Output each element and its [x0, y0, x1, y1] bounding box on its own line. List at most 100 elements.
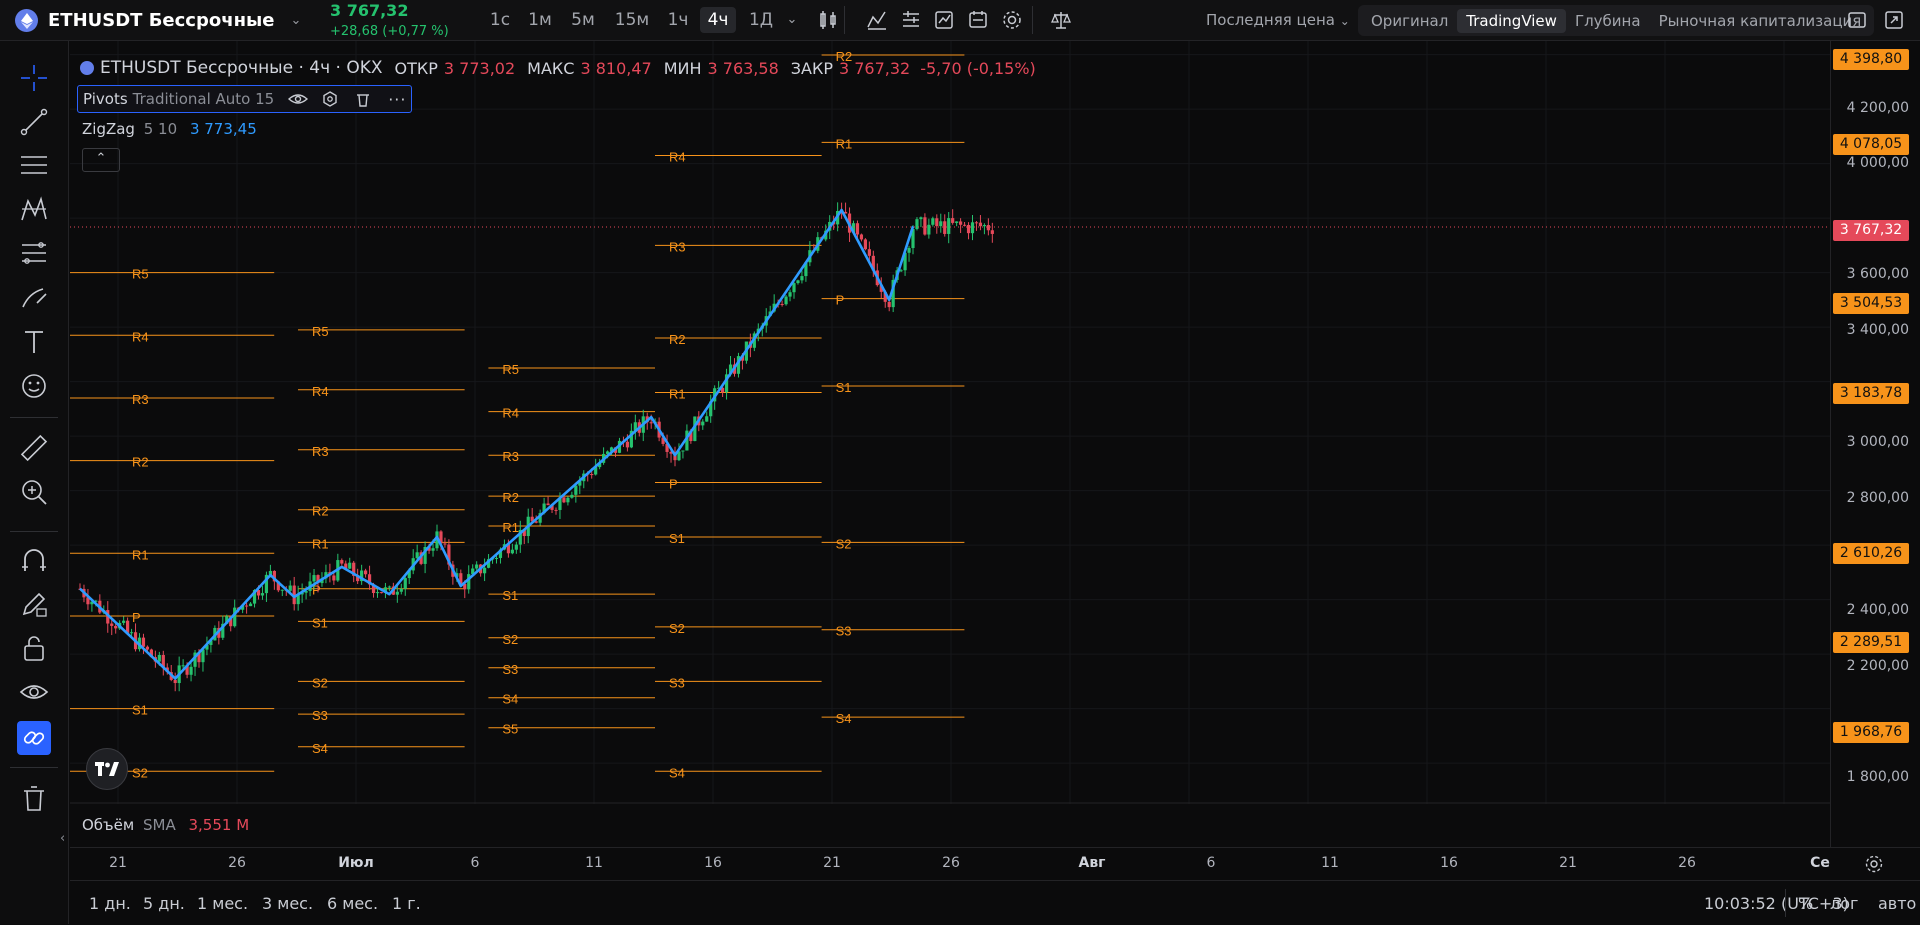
- date-axis-label: 26: [1678, 855, 1696, 871]
- timeframe-1s[interactable]: 1с: [487, 7, 513, 33]
- percent-scale-toggle[interactable]: %: [1798, 894, 1813, 913]
- price-type-select[interactable]: Последняя цена ⌄: [1206, 11, 1350, 29]
- price-chart[interactable]: R5 R4 R3 R2 R1 P S1 S2 R5 R4 R3 R2 R1 P S1 S2 S3 S4 R5 R4 R3…: [70, 41, 1830, 804]
- time-axis[interactable]: 21 26 Июл 6 11 16 21 26 Авг 6 11 16 21 2…: [70, 847, 1920, 881]
- symbol-name[interactable]: ETHUSDT Бессрочные: [48, 10, 275, 31]
- range-6m-button[interactable]: 6 мес.: [327, 894, 378, 913]
- pivot-level-label: S2: [669, 621, 685, 636]
- toolbar-divider: [844, 6, 845, 34]
- emoji-icon[interactable]: [17, 369, 51, 403]
- range-1m-button[interactable]: 1 мес.: [197, 894, 248, 913]
- gear-icon[interactable]: [1864, 854, 1884, 874]
- candle-body: [955, 221, 959, 223]
- collapse-legend-chevron-up-icon[interactable]: ⌃: [82, 148, 120, 172]
- toolbar-divider: [10, 417, 58, 418]
- date-axis-label: Авг: [1078, 855, 1106, 871]
- pivot-level-label: R5: [312, 324, 329, 339]
- chart-legend: ETHUSDT Бессрочные · 4ч · OKX ОТКР 3 773,…: [80, 58, 1036, 78]
- candle-body: [129, 632, 134, 634]
- pivot-level-label: S2: [836, 536, 852, 551]
- auto-scale-toggle[interactable]: авто: [1878, 894, 1916, 913]
- pivot-level-label: S5: [502, 722, 518, 737]
- pivots-indicator-row[interactable]: Pivots Traditional Auto 15 ···: [77, 85, 412, 113]
- last-price-badge: 3 767,32: [1833, 220, 1909, 241]
- candle-body: [387, 586, 391, 588]
- brush-icon[interactable]: [17, 281, 51, 315]
- tradingview-logo-icon[interactable]: [86, 748, 128, 790]
- pivot-level-label: S1: [669, 531, 685, 546]
- toolbar-divider: [10, 767, 58, 768]
- view-market-cap-tab[interactable]: Рыночная капитализация: [1650, 9, 1871, 33]
- indicators-icon[interactable]: [866, 9, 888, 31]
- candle-body: [475, 564, 479, 569]
- candle-body: [566, 497, 570, 503]
- timeframe-1h[interactable]: 1ч: [664, 7, 692, 33]
- more-options-icon[interactable]: ···: [388, 90, 406, 109]
- text-tool-icon[interactable]: [17, 325, 51, 359]
- settings-icon[interactable]: [322, 91, 338, 107]
- eye-icon[interactable]: [288, 91, 309, 107]
- date-axis-label: 6: [1206, 855, 1216, 871]
- collapse-toolbar-chevron-icon[interactable]: ‹: [60, 831, 65, 846]
- range-5d-button[interactable]: 5 дн.: [143, 894, 185, 913]
- chart-templates-icon[interactable]: [933, 9, 955, 31]
- pivot-level-label: S2: [312, 675, 328, 690]
- legend-low-label: МИН: [663, 58, 702, 78]
- pivot-r2-price-badge: 4 398,80: [1833, 49, 1909, 70]
- pencil-lock-icon[interactable]: [17, 587, 51, 621]
- pivot-level-label: R1: [502, 520, 519, 535]
- timeframe-15m[interactable]: 15м: [612, 7, 652, 33]
- lock-icon[interactable]: [17, 631, 51, 665]
- timeframe-more-chevron-icon[interactable]: ⌄: [783, 7, 801, 33]
- fullscreen-icon[interactable]: [1883, 9, 1905, 31]
- pivot-level-label: S1: [132, 703, 148, 718]
- pivot-level-label: R4: [132, 329, 149, 344]
- ruler-icon[interactable]: [17, 431, 51, 465]
- candle-type-icon[interactable]: [817, 9, 839, 31]
- date-axis-label: 11: [585, 855, 603, 871]
- candle-body: [431, 548, 435, 551]
- volume-indicator-row[interactable]: Объём SMA 3,551 M: [82, 816, 249, 834]
- timeframe-4h[interactable]: 4ч: [700, 7, 736, 33]
- eye-icon[interactable]: [17, 675, 51, 709]
- indicator-list-icon[interactable]: [900, 9, 922, 31]
- magnet-icon[interactable]: [17, 543, 51, 577]
- view-depth-tab[interactable]: Глубина: [1566, 9, 1650, 33]
- view-tradingview-tab[interactable]: TradingView: [1457, 8, 1566, 33]
- candle-body: [681, 450, 685, 452]
- trash-icon[interactable]: [17, 781, 51, 815]
- horizontal-lines-icon[interactable]: [17, 149, 51, 183]
- timeframe-1m[interactable]: 1м: [526, 7, 554, 33]
- timezone-clock[interactable]: 10:03:52 (UTC+3): [1704, 894, 1849, 913]
- candle-body: [784, 296, 788, 305]
- fib-tool-icon[interactable]: [17, 237, 51, 271]
- trash-icon[interactable]: [356, 91, 370, 107]
- range-1d-button[interactable]: 1 дн.: [89, 894, 131, 913]
- gear-icon[interactable]: [1001, 9, 1023, 31]
- candle-body: [399, 588, 403, 592]
- range-3m-button[interactable]: 3 мес.: [262, 894, 313, 913]
- zigzag-indicator-row[interactable]: ZigZag 5 10 3 773,45: [82, 120, 257, 138]
- compare-scales-icon[interactable]: [1050, 9, 1072, 31]
- range-1y-button[interactable]: 1 г.: [392, 894, 421, 913]
- timeframe-1d[interactable]: 1Д: [746, 7, 776, 33]
- pattern-tool-icon[interactable]: [17, 193, 51, 227]
- timeframe-5m[interactable]: 5м: [568, 7, 598, 33]
- log-scale-toggle[interactable]: лог: [1830, 894, 1858, 913]
- layout-icon[interactable]: [1846, 9, 1868, 31]
- date-axis-label: 21: [109, 855, 127, 871]
- candle-body: [867, 249, 871, 256]
- legend-symbol-logo-icon: [80, 61, 94, 75]
- alerts-icon[interactable]: [967, 9, 989, 31]
- pivot-level-label: S4: [669, 765, 685, 780]
- zoom-in-icon[interactable]: [17, 475, 51, 509]
- symbol-selector[interactable]: ETHUSDT Бессрочные ⌄: [15, 9, 301, 32]
- chevron-down-icon[interactable]: ⌄: [291, 13, 302, 28]
- link-icon[interactable]: [17, 721, 51, 755]
- view-original-tab[interactable]: Оригинал: [1362, 9, 1457, 33]
- trend-line-icon[interactable]: [17, 105, 51, 139]
- crosshair-icon[interactable]: [17, 61, 51, 95]
- legend-close-change: -5,70 (-0,15%): [920, 58, 1036, 78]
- pivot-level-label: R4: [669, 149, 686, 164]
- zigzag-indicator-params: 5 10: [143, 120, 178, 138]
